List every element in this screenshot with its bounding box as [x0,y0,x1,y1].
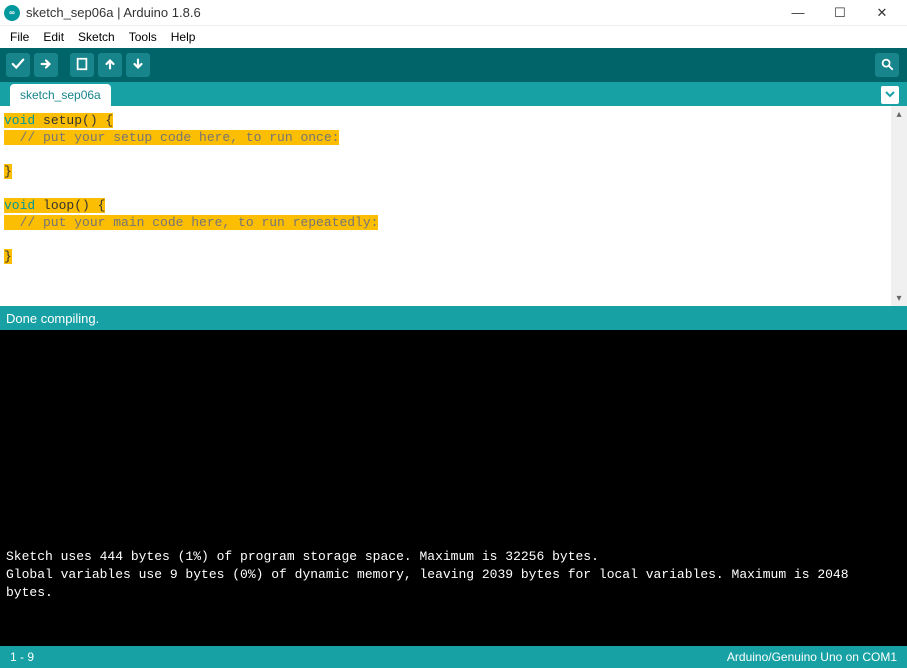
code-text: } [4,249,12,264]
minimize-button[interactable]: — [777,2,819,24]
maximize-button[interactable]: ☐ [819,2,861,24]
code-text: loop() { [35,198,105,213]
new-button[interactable] [70,53,94,77]
menu-help[interactable]: Help [165,28,202,46]
serial-monitor-button[interactable] [875,53,899,77]
editor-scrollbar[interactable]: ▴ ▾ [891,106,907,306]
code-text: } [4,164,12,179]
toolbar [0,48,907,82]
editor-area: void setup() { // put your setup code he… [0,106,907,306]
scroll-track[interactable] [891,122,907,290]
code-keyword: void [4,113,35,128]
file-icon [75,57,89,74]
menu-sketch[interactable]: Sketch [72,28,121,46]
app-icon: ∞ [4,5,20,21]
arrow-down-icon [131,57,145,74]
scroll-up-icon[interactable]: ▴ [891,106,907,122]
check-icon [11,57,25,74]
menu-edit[interactable]: Edit [37,28,70,46]
verify-button[interactable] [6,53,30,77]
console-line: Sketch uses 444 bytes (1%) of program st… [6,549,599,564]
tabbar: sketch_sep06a [0,82,907,106]
scroll-down-icon[interactable]: ▾ [891,290,907,306]
save-button[interactable] [126,53,150,77]
arrow-up-icon [103,57,117,74]
console-output[interactable]: Sketch uses 444 bytes (1%) of program st… [0,330,907,646]
upload-button[interactable] [34,53,58,77]
code-comment: // put your setup code here, to run once… [4,130,339,145]
titlebar: ∞ sketch_sep06a | Arduino 1.8.6 — ☐ ✕ [0,0,907,26]
footer-bar: 1 - 9 Arduino/Genuino Uno on COM1 [0,646,907,668]
menubar: File Edit Sketch Tools Help [0,26,907,48]
tab-sketch[interactable]: sketch_sep06a [10,84,111,106]
magnifier-icon [880,57,894,74]
code-comment: // put your main code here, to run repea… [4,215,378,230]
console-line: Global variables use 9 bytes (0%) of dyn… [6,567,856,600]
arrow-right-icon [39,57,53,74]
window-title: sketch_sep06a | Arduino 1.8.6 [26,5,777,20]
status-message: Done compiling. [6,311,99,326]
menu-tools[interactable]: Tools [123,28,163,46]
chevron-down-icon [885,88,895,102]
cursor-position: 1 - 9 [10,650,34,664]
code-keyword: void [4,198,35,213]
status-bar: Done compiling. [0,306,907,330]
code-editor[interactable]: void setup() { // put your setup code he… [0,106,891,306]
open-button[interactable] [98,53,122,77]
code-text: setup() { [35,113,113,128]
close-button[interactable]: ✕ [861,2,903,24]
board-info: Arduino/Genuino Uno on COM1 [727,650,897,664]
menu-file[interactable]: File [4,28,35,46]
tab-menu-dropdown[interactable] [881,86,899,104]
